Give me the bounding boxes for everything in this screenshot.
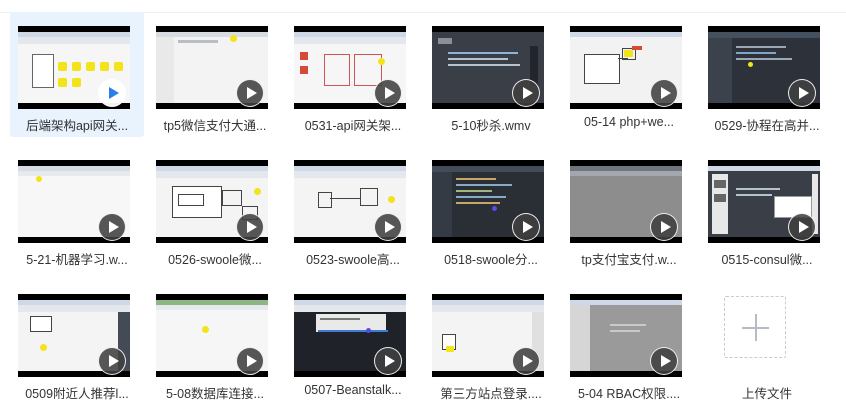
video-thumbnail [294, 160, 406, 243]
video-thumbnail [708, 26, 820, 109]
play-icon[interactable] [512, 347, 540, 375]
play-icon[interactable] [374, 347, 402, 375]
video-thumbnail [156, 26, 268, 109]
video-file-item[interactable]: 0526-swoole微... [148, 146, 282, 271]
file-name: 5-08数据库连接... [166, 387, 264, 401]
play-icon[interactable] [650, 213, 678, 241]
video-file-item[interactable]: 0518-swoole分... [424, 146, 558, 271]
file-name: 0529-协程在高并... [714, 119, 820, 133]
file-name: 0531-api网关架... [304, 119, 402, 133]
play-icon[interactable] [236, 213, 264, 241]
play-icon[interactable] [374, 213, 402, 241]
file-name: 0507-Beanstalk... [304, 383, 402, 397]
video-file-item[interactable]: 0523-swoole高... [286, 146, 420, 271]
play-icon[interactable] [788, 79, 816, 107]
file-name: tp支付宝支付.w... [581, 253, 677, 267]
play-icon[interactable] [98, 79, 126, 107]
video-thumbnail [570, 26, 682, 109]
video-file-item[interactable]: 第三方站点登录.... [424, 280, 558, 405]
video-thumbnail [432, 26, 544, 109]
video-file-item[interactable]: 0531-api网关架... [286, 12, 420, 137]
video-thumbnail [156, 160, 268, 243]
file-name: 5-04 RBAC权限.... [577, 387, 681, 401]
video-file-item[interactable]: 0529-协程在高并... [700, 12, 834, 137]
video-file-item[interactable]: 05-14 php+we... [562, 12, 696, 137]
video-file-item[interactable]: 0507-Beanstalk... [286, 280, 420, 405]
file-name: 0515-consul微... [721, 253, 813, 267]
file-grid: 后端架构api网关... tp5微信支付大通... 0531-api网关架...… [0, 0, 846, 405]
play-icon[interactable] [512, 79, 540, 107]
video-file-item[interactable]: tp5微信支付大通... [148, 12, 282, 137]
file-name: 0509附近人推荐l... [25, 387, 129, 401]
file-name: 5-10秒杀.wmv [451, 119, 531, 133]
video-file-item[interactable]: tp支付宝支付.w... [562, 146, 696, 271]
video-thumbnail [570, 294, 682, 377]
play-icon[interactable] [236, 347, 264, 375]
play-icon[interactable] [650, 79, 678, 107]
video-thumbnail [18, 160, 130, 243]
play-icon[interactable] [98, 347, 126, 375]
video-thumbnail [570, 160, 682, 243]
video-thumbnail [294, 294, 406, 377]
video-thumbnail [18, 294, 130, 377]
play-icon[interactable] [374, 79, 402, 107]
file-name: 第三方站点登录.... [440, 387, 542, 401]
file-name: 5-21-机器学习.w... [26, 253, 128, 267]
file-name: 0523-swoole高... [306, 253, 400, 267]
file-name: 0518-swoole分... [444, 253, 538, 267]
video-file-item[interactable]: 0509附近人推荐l... [10, 280, 144, 405]
play-icon[interactable] [98, 213, 126, 241]
video-file-item[interactable]: 5-21-机器学习.w... [10, 146, 144, 271]
video-file-item[interactable]: 5-10秒杀.wmv [424, 12, 558, 137]
video-thumbnail [156, 294, 268, 377]
file-name: 后端架构api网关... [25, 119, 129, 133]
video-thumbnail [294, 26, 406, 109]
video-file-item[interactable]: 5-08数据库连接... [148, 280, 282, 405]
upload-file-item[interactable]: 上传文件 [700, 280, 834, 405]
file-name: tp5微信支付大通... [163, 119, 267, 133]
video-thumbnail [708, 160, 820, 243]
play-icon[interactable] [236, 79, 264, 107]
file-name: 0526-swoole微... [168, 253, 262, 267]
play-icon[interactable] [512, 213, 540, 241]
video-file-item[interactable]: 后端架构api网关... [10, 12, 144, 137]
video-thumbnail [18, 26, 130, 109]
play-icon[interactable] [650, 347, 678, 375]
video-file-item[interactable]: 0515-consul微... [700, 146, 834, 271]
video-thumbnail [432, 294, 544, 377]
video-file-item[interactable]: 5-04 RBAC权限.... [562, 280, 696, 405]
play-icon[interactable] [788, 213, 816, 241]
plus-icon[interactable] [724, 296, 786, 358]
video-thumbnail [432, 160, 544, 243]
upload-label: 上传文件 [741, 387, 792, 401]
file-name: 05-14 php+we... [584, 115, 674, 129]
